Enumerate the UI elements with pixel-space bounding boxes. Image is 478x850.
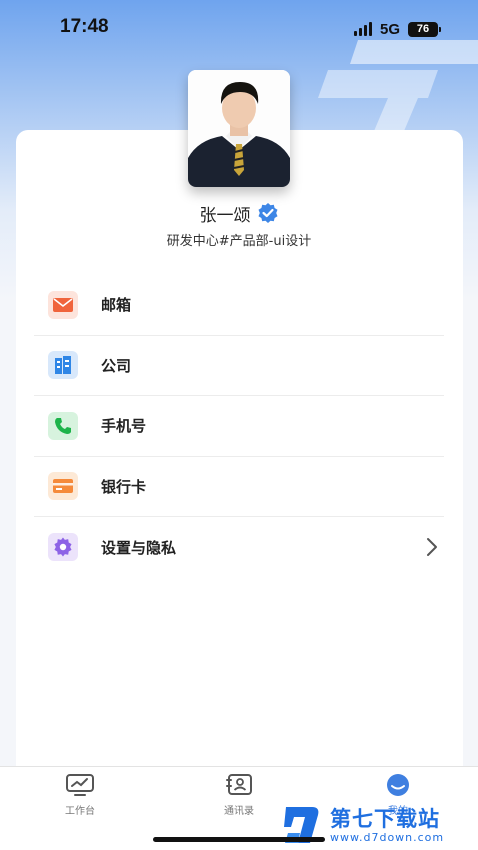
contacts-icon <box>226 774 252 795</box>
avatar[interactable] <box>188 70 290 187</box>
watermark-url: www.d7down.com <box>330 830 445 844</box>
network-type: 5G <box>379 20 400 38</box>
building-icon <box>48 351 78 380</box>
gear-icon <box>48 533 78 562</box>
bank-card-icon <box>48 472 78 501</box>
person-photo-icon <box>188 70 290 187</box>
phone-icon <box>48 411 78 440</box>
menu-item-settings-privacy[interactable]: 设置与隐私 <box>34 517 444 578</box>
menu-item-label: 设置与隐私 <box>101 538 177 557</box>
signal-icon <box>353 22 372 36</box>
status-time: 17:48 <box>60 16 109 37</box>
profile-name: 张一颂 <box>199 205 251 226</box>
menu-item-email[interactable]: 邮箱 <box>34 275 444 336</box>
menu-item-label: 邮箱 <box>101 296 132 315</box>
menu-item-phone[interactable]: 手机号 <box>34 396 444 457</box>
menu-item-label: 银行卡 <box>101 477 147 496</box>
monitor-chart-icon <box>66 774 94 796</box>
chevron-right-icon <box>427 538 437 556</box>
home-indicator <box>153 837 325 842</box>
mail-icon <box>48 290 78 319</box>
battery-icon: 76 <box>408 21 441 37</box>
watermark: 第七下载站 www.d7down.com <box>282 800 478 850</box>
tab-workbench[interactable]: 工作台 <box>45 773 115 817</box>
watermark-title: 第七下载站 <box>330 806 440 831</box>
menu-item-label: 公司 <box>101 356 132 375</box>
menu-item-bank-card[interactable]: 银行卡 <box>34 457 444 517</box>
tab-label: 工作台 <box>65 806 95 817</box>
smile-face-icon <box>387 774 409 796</box>
tab-label: 通讯录 <box>224 806 254 817</box>
menu-item-label: 手机号 <box>101 417 147 436</box>
tab-contacts[interactable]: 通讯录 <box>204 773 274 817</box>
menu-item-company[interactable]: 公司 <box>34 336 444 396</box>
profile-department: 研发中心#产品部-ui设计 <box>166 234 312 249</box>
verified-badge-icon <box>258 203 277 223</box>
profile-name-row: 张一颂 <box>0 200 478 226</box>
profile-menu: 邮箱 公司 手机号 银行卡 设置与隐私 <box>34 275 444 578</box>
status-bar: 17:48 5G 76 <box>0 0 478 58</box>
